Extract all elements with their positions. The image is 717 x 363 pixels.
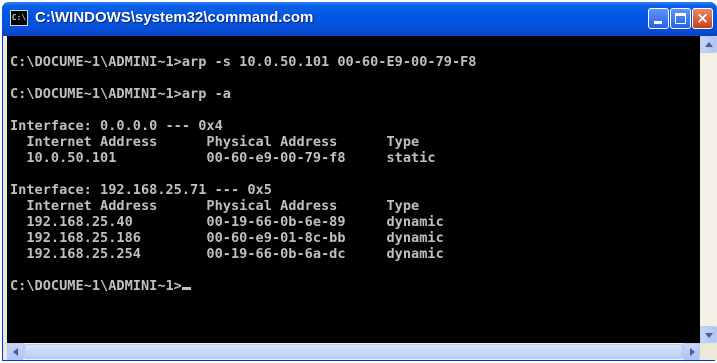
- arrow-down-icon: [705, 333, 713, 338]
- size-grip[interactable]: [700, 343, 717, 360]
- maximize-icon: [675, 13, 686, 24]
- text-cursor: [181, 287, 191, 290]
- command-prompt-icon[interactable]: C:\: [10, 10, 28, 26]
- console-line: Interface: 192.168.25.71 --- 0x5: [10, 182, 272, 198]
- console-line: Internet Address Physical Address Type: [10, 198, 420, 214]
- console-line: 10.0.50.101 00-60-e9-00-79-f8 static: [10, 150, 436, 166]
- close-button[interactable]: ×: [692, 8, 713, 29]
- app-icon-label: C:\: [11, 13, 27, 22]
- scroll-left-button[interactable]: [7, 343, 24, 360]
- console-line: Internet Address Physical Address Type: [10, 134, 420, 150]
- minimize-button[interactable]: [648, 8, 669, 29]
- horizontal-scrollbar[interactable]: [7, 343, 700, 360]
- console-text: C:\DOCUME~1\ADMINI~1>arp -s 10.0.50.101 …: [7, 36, 700, 294]
- vertical-scrollbar[interactable]: [700, 36, 717, 343]
- console-line: C:\DOCUME~1\ADMINI~1>arp -a: [10, 86, 231, 102]
- minimize-icon: [654, 21, 662, 24]
- close-icon: ×: [696, 9, 709, 27]
- scroll-down-button[interactable]: [700, 326, 717, 343]
- command-prompt-window: C:\ C:\WINDOWS\system32\command.com × C:…: [2, 2, 717, 361]
- window-title: C:\WINDOWS\system32\command.com: [35, 9, 314, 26]
- console-output-area[interactable]: C:\DOCUME~1\ADMINI~1>arp -s 10.0.50.101 …: [7, 36, 700, 343]
- horizontal-scroll-thumb[interactable]: [24, 344, 683, 359]
- scroll-right-button[interactable]: [683, 343, 700, 360]
- console-line: 192.168.25.186 00-60-e9-01-8c-bb dynamic: [10, 230, 444, 246]
- console-line: Interface: 0.0.0.0 --- 0x4: [10, 118, 223, 134]
- console-prompt-line: C:\DOCUME~1\ADMINI~1>: [10, 278, 700, 294]
- console-line: C:\DOCUME~1\ADMINI~1>arp -s 10.0.50.101 …: [10, 54, 477, 70]
- title-bar[interactable]: C:\ C:\WINDOWS\system32\command.com ×: [2, 2, 717, 36]
- console-line: 192.168.25.254 00-19-66-0b-6a-dc dynamic: [10, 246, 444, 262]
- console-prompt: C:\DOCUME~1\ADMINI~1>: [10, 278, 182, 294]
- console-line: 192.168.25.40 00-19-66-0b-6e-89 dynamic: [10, 214, 444, 230]
- arrow-up-icon: [705, 42, 713, 47]
- arrow-right-icon: [690, 348, 695, 356]
- maximize-button[interactable]: [670, 8, 691, 29]
- scroll-up-button[interactable]: [700, 36, 717, 53]
- arrow-left-icon: [13, 348, 18, 356]
